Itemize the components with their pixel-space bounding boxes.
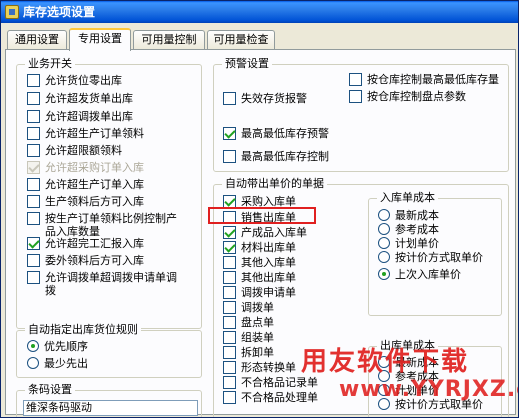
checkbox[interactable] — [27, 74, 40, 87]
radio[interactable] — [27, 357, 39, 369]
checkbox[interactable] — [223, 286, 236, 299]
option-form-conversion[interactable]: 形态转换单 — [223, 361, 296, 374]
radio-in-plan-price[interactable]: 计划单价 — [378, 237, 439, 250]
radio[interactable] — [27, 340, 39, 352]
option-allow-over-delivery-out[interactable]: 允许超发货单出库 — [27, 92, 133, 105]
radio[interactable] — [378, 251, 390, 263]
option-pick-before-in[interactable]: 生产领料后方可入库 — [27, 195, 144, 208]
window-title: 库存选项设置 — [23, 5, 96, 19]
radio-in-last-price[interactable]: 上次入库单价 — [378, 268, 461, 281]
watermark-logo: 用友软件下载 — [301, 347, 470, 377]
group-title: 入库单成本 — [377, 191, 438, 205]
option-nonconforming-handling[interactable]: 不合格品处理单 — [223, 391, 318, 404]
group-title: 条码设置 — [25, 383, 75, 397]
option-disassembly[interactable]: 拆卸单 — [223, 346, 274, 359]
option-allow-over-production-pick[interactable]: 允许超生产订单领料 — [27, 127, 144, 140]
option-finished-in[interactable]: 产成品入库单 — [223, 226, 307, 239]
option-other-out[interactable]: 其他出库单 — [223, 271, 296, 284]
checkbox[interactable] — [223, 361, 236, 374]
checkbox[interactable] — [27, 271, 40, 284]
checkbox[interactable] — [27, 144, 40, 157]
tab-general[interactable]: 通用设置 — [7, 30, 67, 50]
group-title: 自动带出单价的单据 — [222, 177, 327, 191]
radio-in-by-valuation[interactable]: 按计价方式取单价 — [378, 251, 483, 264]
option-allow-over-po-in: 允许超采购订单入库 — [27, 161, 144, 174]
tab-available-check[interactable]: 可用量检查 — [207, 30, 275, 50]
auto-location-group: 自动指定出库货位规则 — [16, 323, 202, 378]
option-allow-zero-location-out[interactable]: 允许货位零出库 — [27, 74, 122, 87]
checkbox[interactable] — [223, 271, 236, 284]
radio-least-first[interactable]: 最少先出 — [27, 357, 88, 370]
checkbox[interactable] — [27, 178, 40, 191]
watermark-url: www.YYRJXZ.com — [339, 377, 518, 402]
option-assembly[interactable]: 组装单 — [223, 331, 274, 344]
checkbox[interactable] — [27, 212, 40, 225]
checkbox[interactable] — [27, 110, 40, 123]
checkbox[interactable] — [223, 331, 236, 344]
checkbox[interactable] — [27, 237, 40, 250]
checkbox[interactable] — [223, 92, 236, 105]
option-max-min-warning[interactable]: 最高最低库存预警 — [223, 127, 329, 140]
checkbox[interactable] — [223, 301, 236, 314]
option-expired-alarm[interactable]: 失效存货报警 — [223, 92, 307, 105]
checkbox[interactable] — [223, 346, 236, 359]
option-max-min-control[interactable]: 最高最低库存控制 — [223, 150, 329, 163]
checkbox[interactable] — [223, 316, 236, 329]
option-transfer[interactable]: 调拨单 — [223, 301, 274, 314]
radio-in-reference-cost[interactable]: 参考成本 — [378, 223, 439, 236]
radio-priority-order[interactable]: 优先顺序 — [27, 340, 88, 353]
tab-available-control[interactable]: 可用量控制 — [133, 30, 205, 50]
checkbox[interactable] — [27, 254, 40, 267]
option-allow-over-transfer-out[interactable]: 允许超调拨单出库 — [27, 110, 133, 123]
option-material-out[interactable]: 材料出库单 — [223, 241, 296, 254]
checkbox[interactable] — [27, 127, 40, 140]
group-title: 业务开关 — [25, 57, 75, 71]
checkbox[interactable] — [349, 73, 362, 86]
checkbox[interactable] — [27, 92, 40, 105]
checkbox[interactable] — [349, 90, 362, 103]
radio[interactable] — [378, 209, 390, 221]
option-stocktake[interactable]: 盘点单 — [223, 316, 274, 329]
checkbox — [27, 161, 40, 174]
option-ratio-control-in[interactable]: 按生产订单领料比例控制产品入库数量 — [27, 212, 177, 238]
options-window: 库存选项设置 通用设置 专用设置 可用量控制 可用量检查 业务开关 自动指定出库… — [0, 0, 519, 418]
checkbox[interactable] — [223, 376, 236, 389]
option-allow-over-quota-pick[interactable]: 允许超限额领料 — [27, 144, 122, 157]
option-outsource-pick-before-in[interactable]: 委外领料后方可入库 — [27, 254, 144, 267]
checkbox[interactable] — [223, 226, 236, 239]
checkbox[interactable] — [223, 150, 236, 163]
app-icon — [5, 5, 19, 19]
checkbox[interactable] — [223, 256, 236, 269]
option-transfer-request[interactable]: 调拨申请单 — [223, 286, 296, 299]
radio[interactable] — [378, 268, 390, 280]
radio-in-latest-cost[interactable]: 最新成本 — [378, 209, 439, 222]
highlight-box — [208, 207, 316, 224]
checkbox[interactable] — [223, 241, 236, 254]
checkbox[interactable] — [223, 127, 236, 140]
barcode-driver-select[interactable]: 维深条码驱动 — [23, 400, 198, 416]
option-warehouse-max-min[interactable]: 按仓库控制最高最低库存量 — [349, 73, 499, 86]
radio[interactable] — [378, 223, 390, 235]
checkbox[interactable] — [223, 391, 236, 404]
option-allow-over-completion-in[interactable]: 允许超完工汇报入库 — [27, 237, 144, 250]
option-warehouse-count-params[interactable]: 按仓库控制盘点参数 — [349, 90, 466, 103]
group-title: 预警设置 — [222, 57, 272, 71]
tab-special[interactable]: 专用设置 — [69, 28, 131, 51]
group-title: 自动指定出库货位规则 — [25, 323, 141, 337]
checkbox[interactable] — [27, 195, 40, 208]
title-bar[interactable]: 库存选项设置 — [1, 1, 518, 23]
option-other-in[interactable]: 其他入库单 — [223, 256, 296, 269]
radio[interactable] — [378, 237, 390, 249]
option-transfer-over-request[interactable]: 允许调拨单超调拨申请单调拨 — [27, 271, 177, 297]
option-allow-over-mo-in[interactable]: 允许超生产订单入库 — [27, 178, 144, 191]
